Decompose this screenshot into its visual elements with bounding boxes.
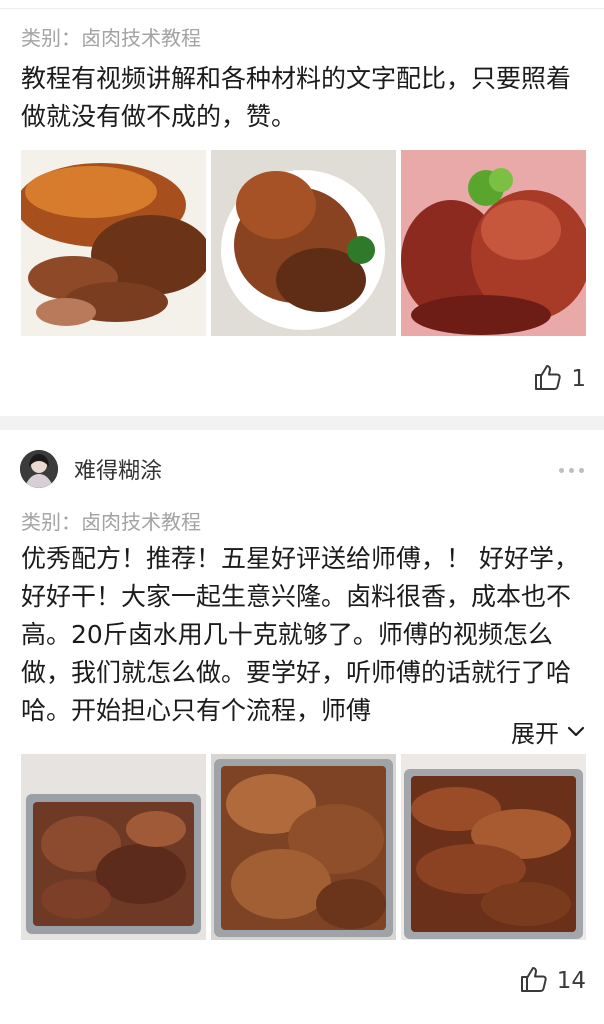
image-gallery xyxy=(21,150,587,336)
braised-pork-trotters-photo[interactable] xyxy=(401,150,586,336)
like-count: 14 xyxy=(556,968,586,994)
expand-label: 展开 xyxy=(511,719,559,748)
review-card: 难得糊涂 类别：卤肉技术教程 优秀配方！推荐！五星好评送给师傅，！ 好好学，好好… xyxy=(0,430,604,1024)
like-button[interactable]: 14 xyxy=(519,964,586,998)
category-label: 类别：卤肉技术教程 xyxy=(21,26,201,50)
category-label: 类别：卤肉技术教程 xyxy=(21,510,201,534)
dot-icon xyxy=(569,468,574,473)
author-row[interactable]: 难得糊涂 xyxy=(20,450,162,488)
like-button[interactable]: 1 xyxy=(533,362,586,396)
feed: 类别：卤肉技术教程 教程有视频讲解和各种材料的文字配比，只要照着做就没有做不成的… xyxy=(0,0,604,1024)
braised-ribs-tray-photo[interactable] xyxy=(401,754,586,940)
more-options-button[interactable] xyxy=(559,468,584,473)
thumbs-up-icon xyxy=(519,964,549,998)
dot-icon xyxy=(579,468,584,473)
image-gallery xyxy=(21,754,587,940)
separator-line xyxy=(0,8,604,9)
braised-meat-tray-photo[interactable] xyxy=(21,754,206,940)
pork-knuckle-plate-photo[interactable] xyxy=(211,150,396,336)
chevron-down-icon xyxy=(567,726,585,737)
dot-icon xyxy=(559,468,564,473)
thumbs-up-icon xyxy=(533,362,563,396)
review-card: 类别：卤肉技术教程 教程有视频讲解和各种材料的文字配比，只要照着做就没有做不成的… xyxy=(0,0,604,416)
card-divider xyxy=(0,416,604,430)
expand-button[interactable]: 展开 xyxy=(463,712,587,750)
like-count: 1 xyxy=(571,366,586,392)
braised-pork-tray-photo[interactable] xyxy=(211,754,396,940)
review-text: 教程有视频讲解和各种材料的文字配比，只要照着做就没有做不成的，赞。 xyxy=(21,64,572,131)
author-name[interactable]: 难得糊涂 xyxy=(74,453,162,485)
review-text: 优秀配方！推荐！五星好评送给师傅，！ 好好学，好好干！大家一起生意兴隆。卤料很香… xyxy=(21,544,579,725)
avatar[interactable] xyxy=(20,450,58,488)
pork-knuckle-sliced-photo[interactable] xyxy=(21,150,206,336)
